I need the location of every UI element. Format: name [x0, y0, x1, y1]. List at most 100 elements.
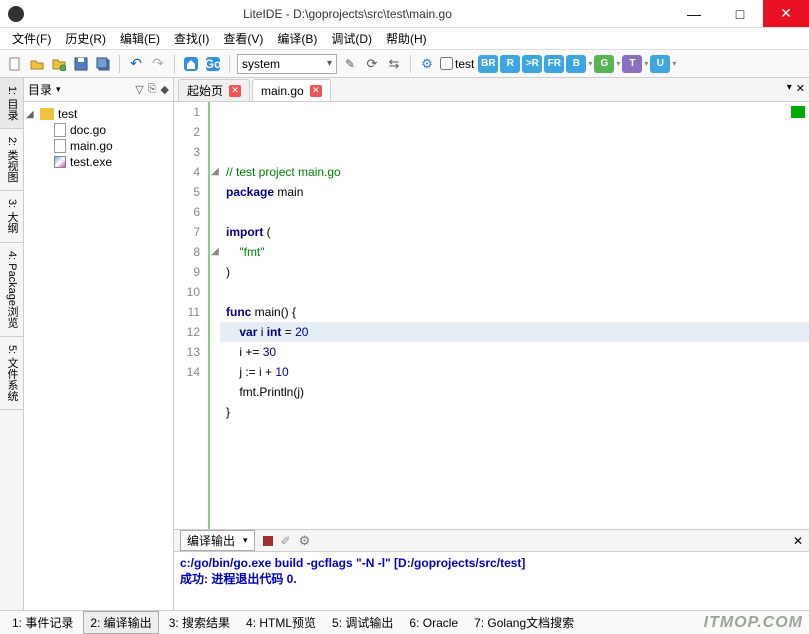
sync-icon[interactable]: ⇆ [385, 55, 403, 73]
open-icon[interactable] [28, 55, 46, 73]
output-title-combo[interactable]: 编译输出▾ [180, 530, 255, 551]
bottom-tab-1[interactable]: 2: 编译输出 [83, 611, 158, 634]
exe-icon [54, 156, 66, 168]
file-icon [54, 123, 66, 137]
redo-icon[interactable]: ↷ [149, 55, 167, 73]
fold-column: ◢◢ [210, 102, 220, 529]
output-close-icon[interactable]: ✕ [793, 534, 803, 548]
output-line: c:/go/bin/go.exe build -gcflags "-N -l" … [180, 556, 803, 570]
menu-debug[interactable]: 调试(D) [325, 28, 378, 49]
output-line: 成功: 进程退出代码 0. [180, 570, 803, 587]
tab-main[interactable]: main.go ✕ [252, 79, 331, 101]
test-checkbox[interactable]: test [440, 57, 474, 71]
test-label: test [455, 57, 474, 71]
badge-dropdown-icon[interactable]: ▾ [588, 59, 592, 68]
tab-close-all-icon[interactable]: ✕ [796, 82, 805, 95]
badge-u[interactable]: U [650, 55, 670, 73]
menu-edit[interactable]: 编辑(E) [114, 28, 166, 49]
close-button[interactable]: ✕ [763, 0, 809, 27]
window-title: LiteIDE - D:\goprojects\src\test\main.go [24, 7, 671, 21]
badge-r[interactable]: R [500, 55, 520, 73]
filter-icon[interactable]: ▽ [135, 83, 143, 96]
bottom-tab-2[interactable]: 3: 搜索结果 [163, 612, 236, 633]
close-panel-icon[interactable]: ◆ [161, 83, 169, 96]
editor-tabs: 起始页 ✕ main.go ✕ ▾ ✕ [174, 78, 809, 102]
code-editor[interactable]: 1234567891011121314 ◢◢ // test project m… [174, 102, 809, 529]
clear-icon[interactable]: ✐ [281, 534, 291, 548]
minimize-button[interactable]: — [671, 0, 717, 27]
rail-tab-0[interactable]: 1: 目录 [0, 78, 23, 129]
watermark: ITMOP.COM [704, 614, 803, 632]
badge-t[interactable]: T [622, 55, 642, 73]
test-check-input[interactable] [440, 57, 453, 70]
badge-b[interactable]: B [566, 55, 586, 73]
bottom-tab-6[interactable]: 7: Golang文档搜索 [468, 612, 580, 633]
menu-view[interactable]: 查看(V) [217, 28, 269, 49]
sidebar-title-combo[interactable]: 目录▾ [28, 81, 131, 98]
go-icon[interactable]: Go [204, 55, 222, 73]
collapse-icon[interactable]: ⎘ [148, 83, 157, 96]
tree-file[interactable]: main.go [26, 138, 171, 154]
tree-file-label: test.exe [70, 155, 112, 169]
bottom-tab-5[interactable]: 6: Oracle [403, 614, 464, 632]
home-icon[interactable] [182, 55, 200, 73]
sidebar: 目录▾ ▽ ⎘ ◆ ◢ test doc.gomain.go test.exe [24, 78, 174, 610]
left-rail: 1: 目录2: 类视图3: 大纲4: Package浏览5: 文件系统 [0, 78, 24, 610]
save-all-icon[interactable] [94, 55, 112, 73]
menu-build[interactable]: 编译(B) [271, 28, 323, 49]
env-combo[interactable]: system [237, 54, 337, 74]
stop-icon[interactable] [263, 536, 273, 546]
output-body[interactable]: c:/go/bin/go.exe build -gcflags "-N -l" … [174, 552, 809, 610]
sidebar-header: 目录▾ ▽ ⎘ ◆ [24, 78, 173, 102]
file-icon [54, 139, 66, 153]
separator [174, 55, 175, 73]
svg-text:Go: Go [205, 57, 221, 71]
menu-find[interactable]: 查找(I) [168, 28, 215, 49]
open-folder-icon[interactable] [50, 55, 68, 73]
output-title: 编译输出 [187, 532, 235, 549]
rail-tab-3[interactable]: 4: Package浏览 [0, 243, 23, 337]
tab-start[interactable]: 起始页 ✕ [178, 79, 250, 101]
bottom-tab-3[interactable]: 4: HTML预览 [240, 612, 322, 633]
window-buttons: — □ ✕ [671, 0, 809, 27]
refresh-icon[interactable]: ⟳ [363, 55, 381, 73]
sidebar-title: 目录 [28, 81, 52, 98]
save-icon[interactable] [72, 55, 90, 73]
bottom-tab-4[interactable]: 5: 调试输出 [326, 612, 399, 633]
menu-file[interactable]: 文件(F) [6, 28, 57, 49]
badge-g[interactable]: G [594, 55, 614, 73]
badge-fr[interactable]: FR [544, 55, 564, 73]
badge-dropdown-icon[interactable]: ▾ [644, 59, 648, 68]
settings-icon[interactable]: ⚙ [299, 533, 311, 549]
maximize-button[interactable]: □ [717, 0, 763, 27]
tree-file[interactable]: doc.go [26, 122, 171, 138]
tree-file[interactable]: test.exe [26, 154, 171, 170]
menu-history[interactable]: 历史(R) [59, 28, 112, 49]
tab-list-icon[interactable]: ▾ [787, 82, 792, 95]
root-label: test [58, 107, 77, 121]
tree-file-label: main.go [70, 139, 113, 153]
toolbar: ↶ ↷ Go system ✎ ⟳ ⇆ ⚙ test BRR>RFRB▾G▾T▾… [0, 50, 809, 78]
tree-root[interactable]: ◢ test [26, 106, 171, 122]
expand-icon[interactable]: ◢ [26, 109, 36, 120]
rail-tab-4[interactable]: 5: 文件系统 [0, 337, 23, 410]
badge->r[interactable]: >R [522, 55, 542, 73]
editor-area: 起始页 ✕ main.go ✕ ▾ ✕ 1234567891011121314 … [174, 78, 809, 610]
new-icon[interactable] [6, 55, 24, 73]
badge-dropdown-icon[interactable]: ▾ [672, 59, 676, 68]
tab-close-icon[interactable]: ✕ [310, 85, 322, 97]
content: 1: 目录2: 类视图3: 大纲4: Package浏览5: 文件系统 目录▾ … [0, 78, 809, 610]
code-text[interactable]: // test project main.gopackage mainimpor… [220, 102, 809, 529]
rail-tab-1[interactable]: 2: 类视图 [0, 129, 23, 191]
rail-tab-2[interactable]: 3: 大纲 [0, 191, 23, 242]
edit-env-icon[interactable]: ✎ [341, 55, 359, 73]
menu-help[interactable]: 帮助(H) [380, 28, 433, 49]
tab-start-label: 起始页 [187, 82, 223, 99]
badge-dropdown-icon[interactable]: ▾ [616, 59, 620, 68]
env-value: system [242, 57, 280, 71]
bottom-tab-0[interactable]: 1: 事件记录 [6, 612, 79, 633]
tab-close-icon[interactable]: ✕ [229, 85, 241, 97]
gear-icon[interactable]: ⚙ [418, 55, 436, 73]
badge-br[interactable]: BR [478, 55, 498, 73]
undo-icon[interactable]: ↶ [127, 55, 145, 73]
